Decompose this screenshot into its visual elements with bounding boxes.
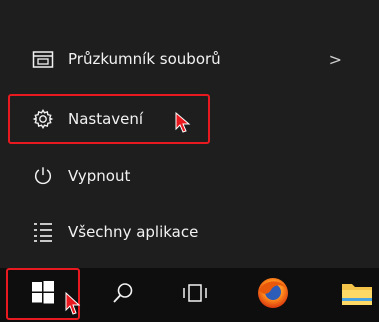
start-button[interactable] xyxy=(6,268,81,320)
menu-item-label: Vypnout xyxy=(68,167,131,185)
chevron-right-icon[interactable]: > xyxy=(329,50,342,69)
taskbar xyxy=(0,268,379,322)
firefox-button[interactable] xyxy=(238,268,308,322)
file-explorer-taskbar-button[interactable] xyxy=(322,268,379,322)
gear-icon xyxy=(30,106,56,132)
task-view-button[interactable] xyxy=(160,268,230,322)
search-button[interactable] xyxy=(88,268,158,322)
menu-item-label: Všechny aplikace xyxy=(68,223,199,241)
menu-item-label: Průzkumník souborů xyxy=(68,50,221,68)
firefox-icon xyxy=(256,276,290,314)
menu-item-settings[interactable]: Nastavení xyxy=(8,94,210,144)
start-menu: Průzkumník souborů > Nastavení Vypnout V… xyxy=(0,0,379,268)
menu-item-file-explorer[interactable]: Průzkumník souborů > xyxy=(10,33,370,85)
windows-logo-icon xyxy=(31,280,55,308)
menu-item-power[interactable]: Vypnout xyxy=(10,150,370,202)
folder-icon xyxy=(340,279,374,311)
power-icon xyxy=(30,163,56,189)
mouse-cursor-icon xyxy=(174,111,194,138)
mouse-cursor-icon xyxy=(64,291,84,320)
search-icon xyxy=(112,282,134,308)
all-apps-icon xyxy=(30,219,56,245)
menu-item-label: Nastavení xyxy=(68,110,144,128)
menu-item-all-apps[interactable]: Všechny aplikace xyxy=(10,206,370,258)
task-view-icon xyxy=(181,283,209,307)
file-explorer-icon xyxy=(30,46,56,72)
